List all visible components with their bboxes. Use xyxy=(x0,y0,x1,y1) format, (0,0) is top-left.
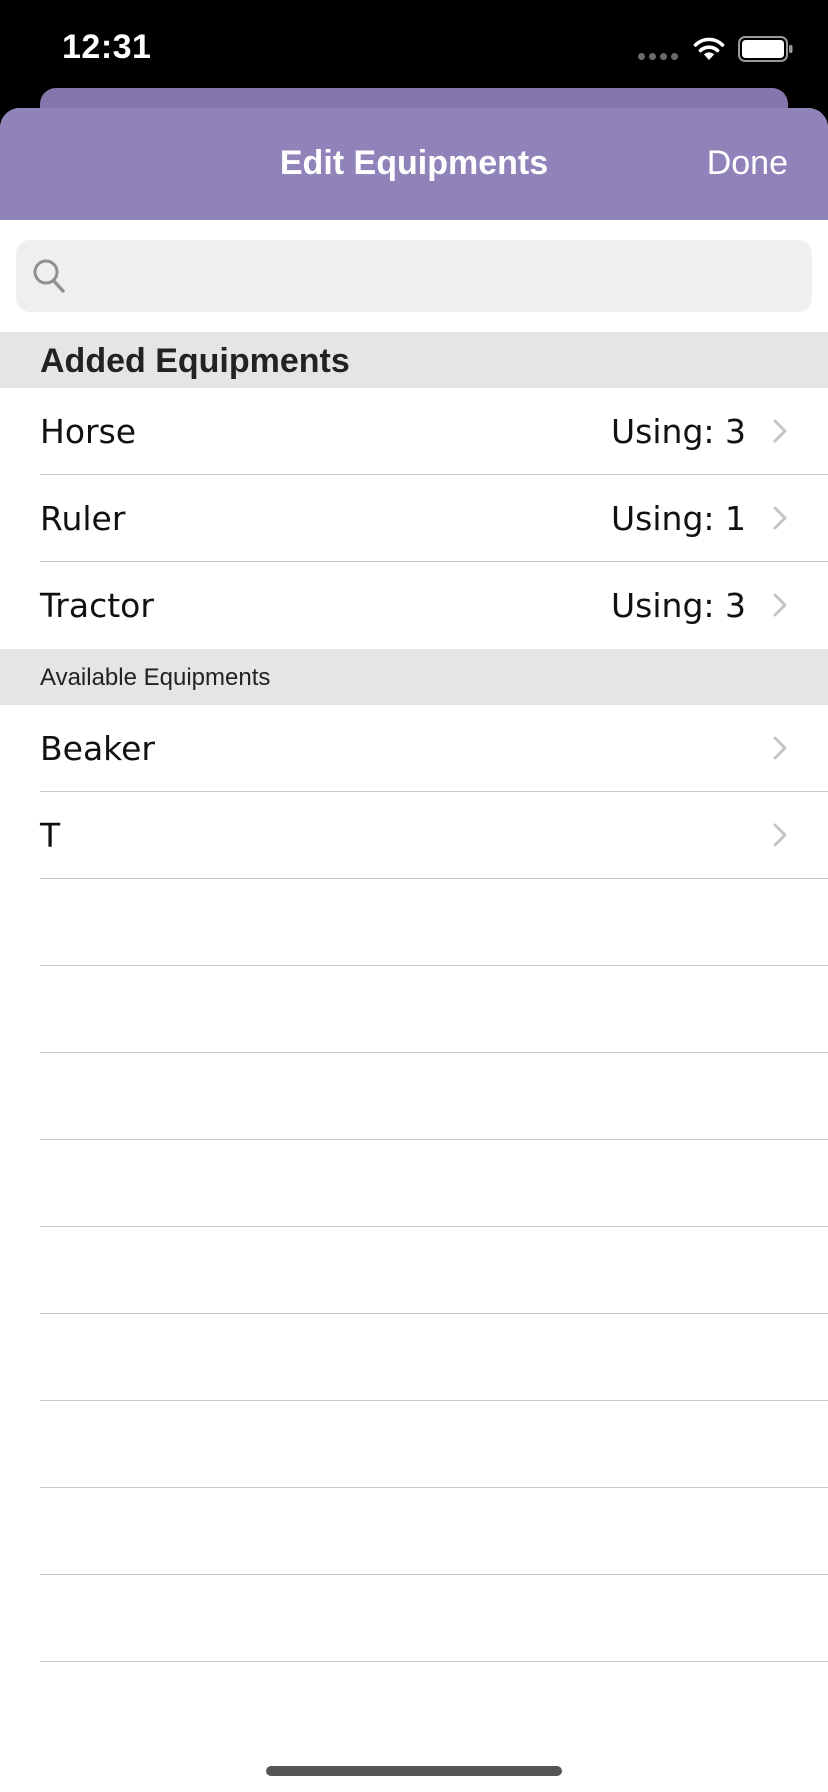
page-title: Edit Equipments xyxy=(279,144,549,182)
empty-table-row xyxy=(0,1227,828,1314)
chevron-right-icon xyxy=(773,419,787,443)
section-header-added: Added Equipments xyxy=(0,332,828,388)
empty-table-row xyxy=(0,1140,828,1227)
wifi-icon xyxy=(693,37,725,60)
empty-table-row xyxy=(0,1575,828,1662)
chevron-right-icon xyxy=(773,736,787,760)
chevron-right-icon xyxy=(773,823,787,847)
list-item-detail: Using: 3 xyxy=(611,586,746,625)
list-item-horse[interactable]: Horse Using: 3 xyxy=(0,388,828,475)
empty-table-row xyxy=(0,966,828,1053)
empty-table-row xyxy=(0,1488,828,1575)
section-header-available: Available Equipments xyxy=(0,649,828,705)
home-indicator[interactable] xyxy=(266,1766,562,1776)
search-bar xyxy=(0,220,828,312)
chevron-right-icon xyxy=(773,506,787,530)
search-input[interactable] xyxy=(86,252,790,302)
empty-table-row xyxy=(0,1053,828,1140)
modal-sheet: Edit Equipments Done Added Equipments Ho… xyxy=(0,108,828,1792)
navigation-bar: Edit Equipments Done xyxy=(0,108,828,220)
status-icons xyxy=(638,36,794,62)
list-item-beaker[interactable]: Beaker xyxy=(0,705,828,792)
list-item-label: T xyxy=(40,816,61,855)
list-item-detail: Using: 3 xyxy=(611,412,746,451)
section-title-available: Available Equipments xyxy=(40,664,271,691)
list-item-detail: Using: 1 xyxy=(611,499,746,538)
list-item-t[interactable]: T xyxy=(0,792,828,879)
cellular-signal-icon xyxy=(638,52,678,60)
list-item-ruler[interactable]: Ruler Using: 1 xyxy=(0,475,828,562)
list-item-tractor[interactable]: Tractor Using: 3 xyxy=(0,562,828,649)
list-item-label: Horse xyxy=(40,412,137,451)
chevron-right-icon xyxy=(773,593,787,617)
section-title-added: Added Equipments xyxy=(40,342,350,380)
battery-icon xyxy=(738,36,793,62)
list-item-label: Tractor xyxy=(40,586,154,625)
empty-table-row xyxy=(0,879,828,966)
done-button[interactable]: Done xyxy=(707,144,788,183)
empty-table-row xyxy=(0,1401,828,1488)
status-time: 12:31 xyxy=(62,28,152,66)
search-field[interactable] xyxy=(16,240,812,312)
empty-table-row xyxy=(0,1314,828,1401)
list-item-label: Ruler xyxy=(40,499,126,538)
search-icon xyxy=(33,259,65,293)
list-item-label: Beaker xyxy=(40,729,155,768)
